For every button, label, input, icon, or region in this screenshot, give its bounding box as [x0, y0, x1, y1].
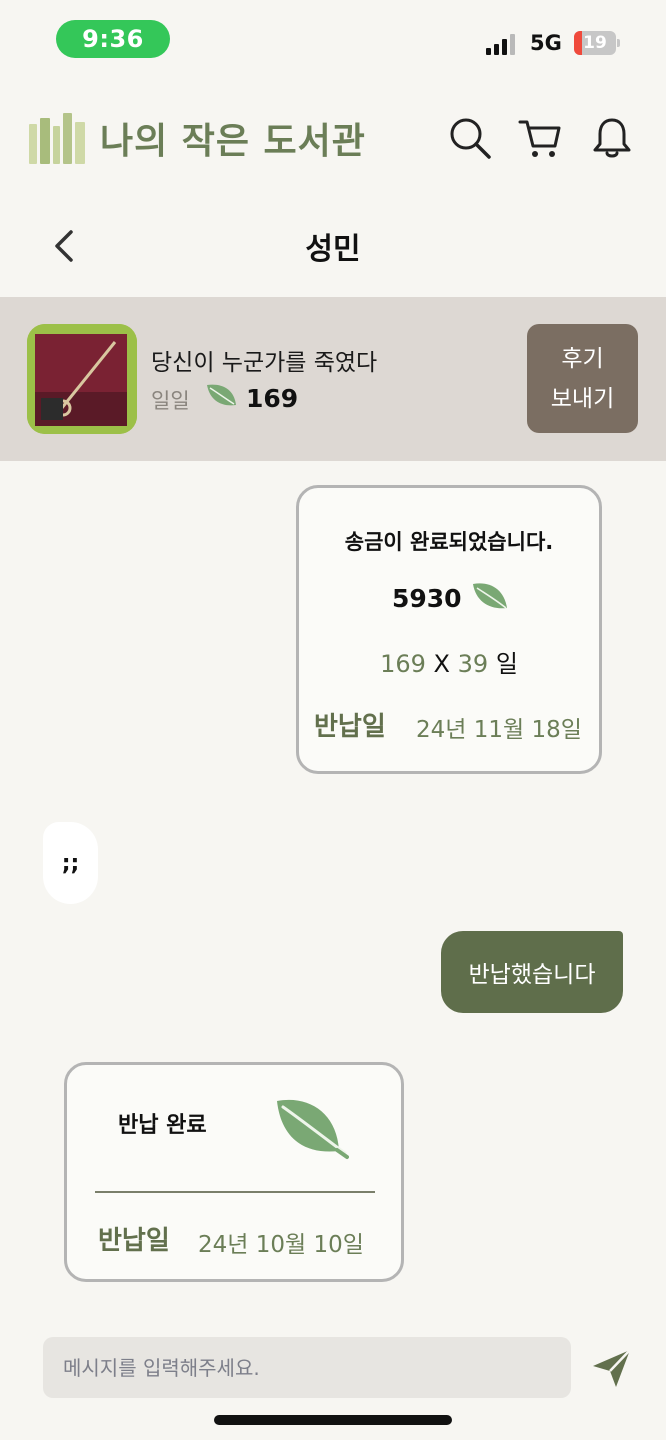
- cart-icon[interactable]: [518, 116, 562, 160]
- calc-separator: X: [433, 650, 450, 678]
- book-title: 당신이 누군가를 죽였다: [151, 350, 378, 376]
- books-logo-icon: [29, 113, 85, 164]
- status-bar: 9:36 5G 19: [0, 0, 666, 80]
- calc-days: 39: [457, 650, 489, 678]
- status-time: 9:36: [56, 20, 170, 58]
- incoming-message-text: ;;: [61, 850, 80, 876]
- app-header: 나의 작은 도서관: [0, 100, 666, 180]
- incoming-message-bubble: ;;: [43, 822, 98, 904]
- due-date-label: 반납일: [314, 712, 386, 742]
- payment-amount: 5930: [392, 584, 462, 613]
- home-indicator: [214, 1415, 452, 1425]
- leaf-icon: [277, 1099, 349, 1159]
- review-button-line1: 후기: [561, 345, 604, 372]
- message-input[interactable]: [43, 1337, 571, 1398]
- price-unit-label: 일일: [151, 389, 190, 413]
- payment-calculation: 169 X 39 일: [299, 644, 599, 679]
- network-type: 5G: [530, 31, 562, 55]
- daily-price: 169: [246, 384, 299, 413]
- outgoing-message-text: 반납했습니다: [468, 962, 596, 988]
- return-date-value: 24년 10월 10일: [198, 1232, 364, 1258]
- payment-complete-card: 송금이 완료되었습니다. 5930 169 X 39 일 반납일 24년 11월…: [296, 485, 602, 774]
- review-button-line2: 보내기: [550, 385, 615, 412]
- return-complete-card: 반납 완료 반납일 24년 10월 10일: [64, 1062, 404, 1282]
- card-divider: [95, 1191, 375, 1193]
- return-title: 반납 완료: [118, 1113, 207, 1138]
- chat-header: 성민: [0, 208, 666, 284]
- due-date-value: 24년 11월 18일: [416, 717, 582, 743]
- send-icon[interactable]: [590, 1346, 634, 1390]
- bell-icon[interactable]: [590, 116, 634, 160]
- send-review-button[interactable]: 후기 보내기: [527, 324, 638, 433]
- book-info-bar: 당신이 누군가를 죽였다 일일 169 후기 보내기: [0, 297, 666, 461]
- payment-title: 송금이 완료되었습니다.: [344, 530, 554, 554]
- battery-icon: 19: [574, 31, 620, 55]
- chat-partner-name: 성민: [305, 232, 361, 267]
- app-title: 나의 작은 도서관: [100, 121, 366, 162]
- outgoing-message-bubble: 반납했습니다: [441, 931, 623, 1013]
- search-icon[interactable]: [448, 116, 492, 160]
- return-date-label: 반납일: [98, 1226, 170, 1256]
- leaf-icon: [473, 583, 507, 609]
- calc-price: 169: [380, 650, 426, 678]
- leaf-icon: [207, 384, 236, 406]
- calc-unit: 일: [495, 650, 518, 678]
- book-cover-image[interactable]: [27, 324, 137, 434]
- battery-level: 19: [583, 33, 607, 53]
- cellular-signal-icon: [486, 34, 515, 55]
